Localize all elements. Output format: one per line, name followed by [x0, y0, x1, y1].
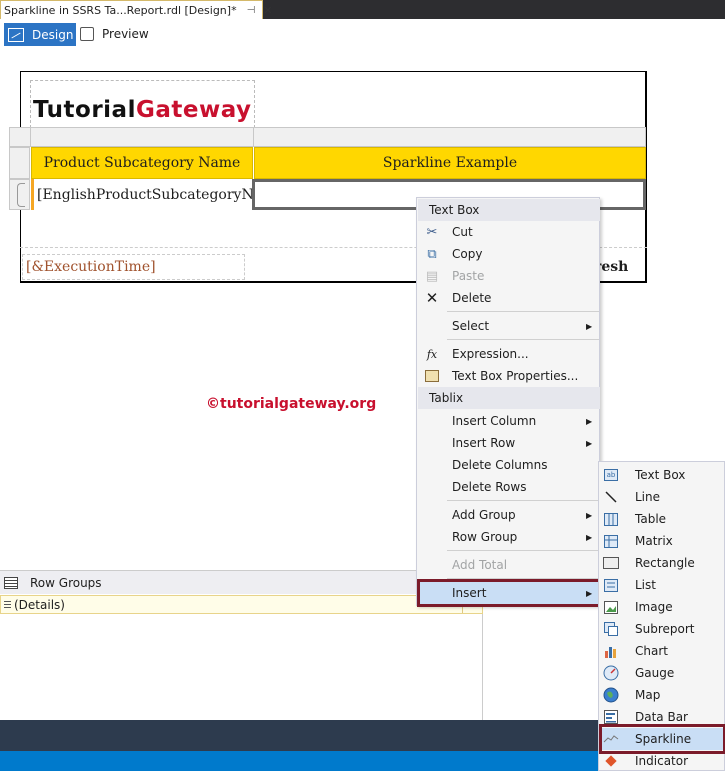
image-icon	[600, 596, 622, 618]
details-lines-icon	[4, 601, 11, 608]
submenu-arrow-icon: ▶	[586, 438, 593, 448]
menu-item-copy[interactable]: ⧉ Copy	[418, 243, 600, 265]
details-group-item[interactable]: (Details)	[0, 595, 483, 614]
menu-item-textbox-properties[interactable]: Text Box Properties...	[418, 365, 600, 387]
menu-item-cut[interactable]: ✂ Cut	[418, 221, 600, 243]
table-icon	[600, 508, 622, 530]
submenu-arrow-icon: ▶	[586, 416, 593, 426]
function-fx-icon: fx	[426, 347, 438, 361]
watermark-text: ©tutorialgateway.org	[206, 396, 377, 412]
gauge-icon	[600, 662, 622, 684]
menu-separator	[447, 339, 599, 340]
scissors-icon: ✂	[426, 224, 438, 240]
insert-submenu: ab Text Box Line Table Matrix Rectangle …	[598, 461, 725, 771]
details-group-bracket-icon	[17, 183, 25, 207]
row-groups-header: Row Groups	[0, 570, 483, 594]
context-menu: Text Box ✂ Cut ⧉ Copy ▤ Paste ✕ Delete S…	[416, 197, 601, 607]
menu-separator	[447, 550, 599, 551]
detail-cell-subcategory[interactable]: [EnglishProductSubcategoryNa	[31, 179, 253, 210]
document-tab[interactable]: Sparkline in SSRS Ta...Report.rdl [Desig…	[0, 0, 273, 19]
preview-tab-button[interactable]: Preview	[80, 25, 149, 43]
design-label: Design	[32, 27, 74, 42]
preview-label: Preview	[102, 27, 149, 41]
tablix-column-handles[interactable]	[9, 127, 646, 147]
submenu-item-list[interactable]: List	[600, 574, 725, 596]
copy-icon: ⧉	[427, 246, 437, 262]
submenu-item-line[interactable]: Line	[600, 486, 725, 508]
paste-icon: ▤	[425, 268, 439, 284]
preview-icon	[80, 27, 94, 41]
menu-item-insert-column[interactable]: Insert Column ▶	[418, 410, 600, 432]
submenu-item-map[interactable]: Map	[600, 684, 725, 706]
row-groups-icon	[4, 576, 18, 589]
menu-separator	[447, 500, 599, 501]
submenu-item-chart[interactable]: Chart	[600, 640, 725, 662]
menu-item-delete[interactable]: ✕ Delete	[418, 287, 600, 309]
column-handle-divider	[253, 127, 254, 147]
row-handle-header[interactable]	[9, 147, 30, 179]
menu-separator	[447, 311, 599, 312]
submenu-arrow-icon: ▶	[586, 321, 593, 331]
submenu-item-gauge[interactable]: Gauge	[600, 662, 725, 684]
menu-item-add-group[interactable]: Add Group ▶	[418, 504, 600, 526]
map-globe-icon	[600, 684, 622, 706]
line-icon	[600, 486, 622, 508]
delete-x-icon: ✕	[425, 289, 439, 307]
menu-item-delete-rows[interactable]: Delete Rows	[418, 476, 600, 498]
submenu-item-subreport[interactable]: Subreport	[600, 618, 725, 640]
chart-icon	[600, 640, 622, 662]
design-icon	[8, 27, 24, 42]
insert-highlight-frame	[417, 579, 601, 607]
submenu-item-image[interactable]: Image	[600, 596, 725, 618]
design-tab-button[interactable]: Design	[4, 23, 76, 46]
list-icon	[600, 574, 622, 596]
document-tab-title: Sparkline in SSRS Ta...Report.rdl [Desig…	[4, 3, 237, 17]
menu-item-add-total[interactable]: Add Total	[418, 554, 600, 576]
properties-icon	[418, 370, 446, 382]
submenu-item-textbox[interactable]: ab Text Box	[600, 464, 725, 486]
header-cell-sparkline[interactable]: Sparkline Example	[254, 147, 646, 179]
submenu-item-rectangle[interactable]: Rectangle	[600, 552, 725, 574]
header-cell-subcategory[interactable]: Product Subcategory Name	[31, 147, 253, 179]
submenu-item-matrix[interactable]: Matrix	[600, 530, 725, 552]
subreport-icon	[600, 618, 622, 640]
rectangle-icon	[600, 552, 622, 574]
menu-item-paste[interactable]: ▤ Paste	[418, 265, 600, 287]
row-groups-title: Row Groups	[30, 575, 102, 590]
column-handle-divider	[30, 127, 31, 147]
menu-item-row-group[interactable]: Row Group ▶	[418, 526, 600, 548]
menu-section-textbox: Text Box	[418, 199, 600, 221]
matrix-icon	[600, 530, 622, 552]
submenu-item-table[interactable]: Table	[600, 508, 725, 530]
menu-item-insert-row[interactable]: Insert Row ▶	[418, 432, 600, 454]
menu-item-select[interactable]: Select ▶	[418, 315, 600, 337]
menu-item-expression[interactable]: fx Expression...	[418, 343, 600, 365]
details-label: (Details)	[14, 597, 65, 612]
tutorial-gateway-logo: TutorialGateway	[33, 97, 252, 123]
close-tab-icon[interactable]: ✕	[263, 4, 272, 17]
textbox-icon: ab	[600, 464, 622, 486]
execution-time-textbox[interactable]: [&ExecutionTime]	[22, 254, 245, 280]
menu-section-tablix: Tablix	[418, 387, 600, 409]
menu-item-delete-columns[interactable]: Delete Columns	[418, 454, 600, 476]
sparkline-highlight-frame	[599, 724, 725, 754]
pin-icon[interactable]: ⊣	[247, 5, 256, 16]
